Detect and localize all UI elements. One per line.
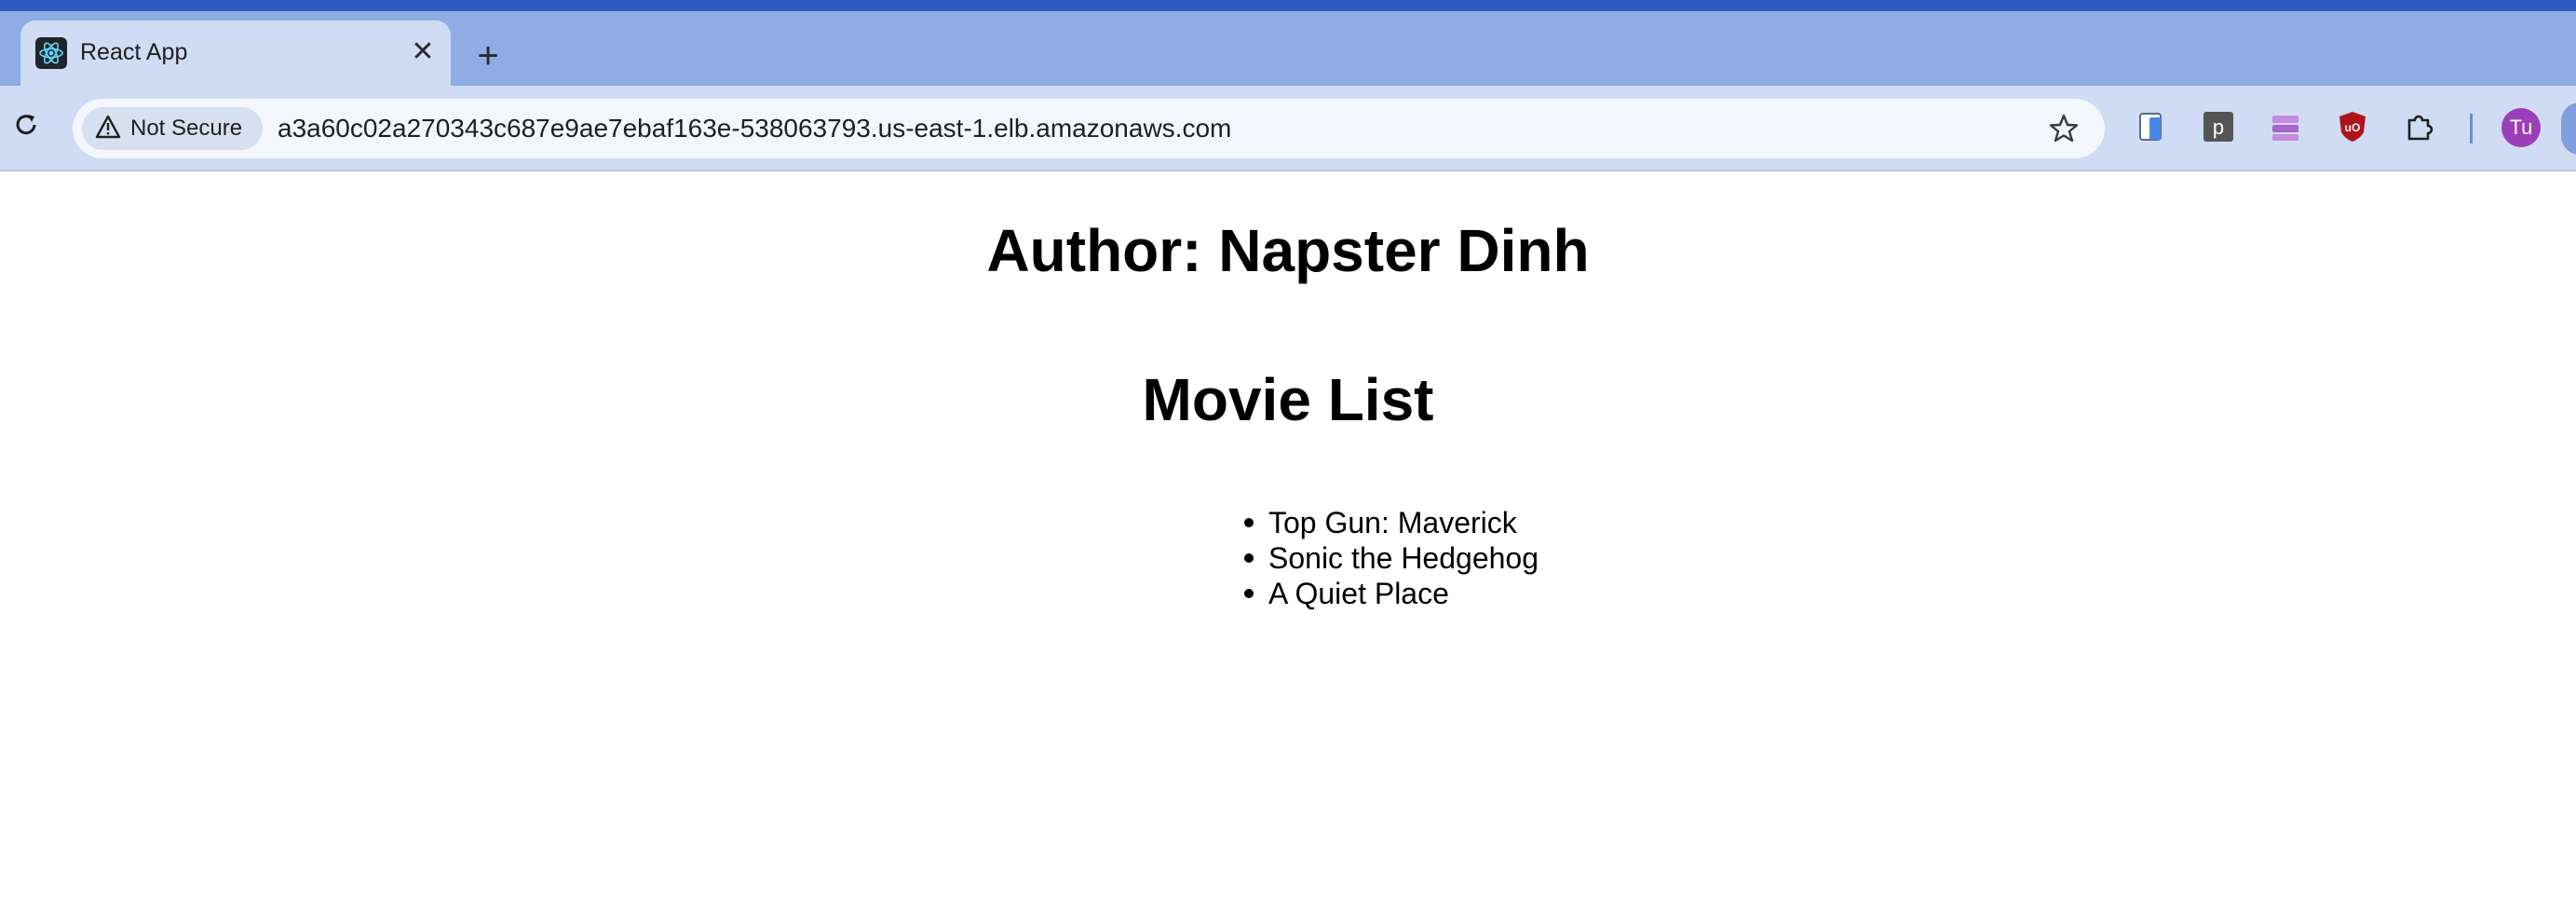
browser-toolbar: Not Secure a3a60c02a270343c687e9ae7ebaf1… <box>0 86 2576 171</box>
movie-list: Top Gun: Maverick Sonic the Hedgehog A Q… <box>1244 505 1539 611</box>
list-item: Top Gun: Maverick <box>1244 505 1539 540</box>
profile-avatar[interactable]: Tu <box>2501 108 2541 147</box>
movie-title: Top Gun: Maverick <box>1268 506 1517 539</box>
url-text[interactable]: a3a60c02a270343c687e9ae7ebaf163e-5380637… <box>278 114 1231 143</box>
bullet <box>1244 589 1254 598</box>
bookmark-manager-icon[interactable] <box>2267 108 2304 145</box>
window-top-strip <box>0 0 2576 11</box>
page-content: Author: Napster Dinh Movie List Top Gun:… <box>0 173 2576 900</box>
list-item: Sonic the Hedgehog <box>1244 540 1539 576</box>
tab-title: React App <box>80 39 188 65</box>
menu-button-edge[interactable] <box>2561 102 2576 155</box>
svg-text:p: p <box>2213 116 2224 139</box>
ublock-icon[interactable]: uO <box>2334 108 2371 145</box>
clipboard-icon[interactable] <box>2133 108 2170 145</box>
tab-react-app[interactable]: React App ✕ <box>20 20 451 86</box>
list-item: A Quiet Place <box>1244 576 1539 611</box>
movie-title: Sonic the Hedgehog <box>1268 541 1539 575</box>
tab-strip: React App ✕ + <box>0 11 2576 86</box>
extensions-puzzle-icon[interactable] <box>2401 108 2438 145</box>
p-extension-icon[interactable]: p <box>2200 108 2237 145</box>
security-indicator[interactable]: Not Secure <box>82 107 263 150</box>
new-tab-button[interactable]: + <box>468 35 508 76</box>
bullet <box>1244 518 1254 527</box>
author-heading: Author: Napster Dinh <box>986 217 1590 284</box>
bookmark-star-icon[interactable] <box>2047 112 2081 145</box>
address-bar[interactable]: Not Secure a3a60c02a270343c687e9ae7ebaf1… <box>73 99 2105 158</box>
bullet <box>1244 553 1254 563</box>
svg-text:uO: uO <box>2345 121 2361 134</box>
toolbar-divider <box>2470 114 2473 143</box>
reload-icon[interactable] <box>7 106 45 143</box>
react-icon <box>35 37 67 69</box>
movie-title: A Quiet Place <box>1268 577 1449 610</box>
security-label: Not Secure <box>130 116 243 141</box>
close-icon[interactable]: ✕ <box>408 37 438 67</box>
warning-icon <box>95 115 121 143</box>
movie-list-heading: Movie List <box>1142 366 1434 433</box>
